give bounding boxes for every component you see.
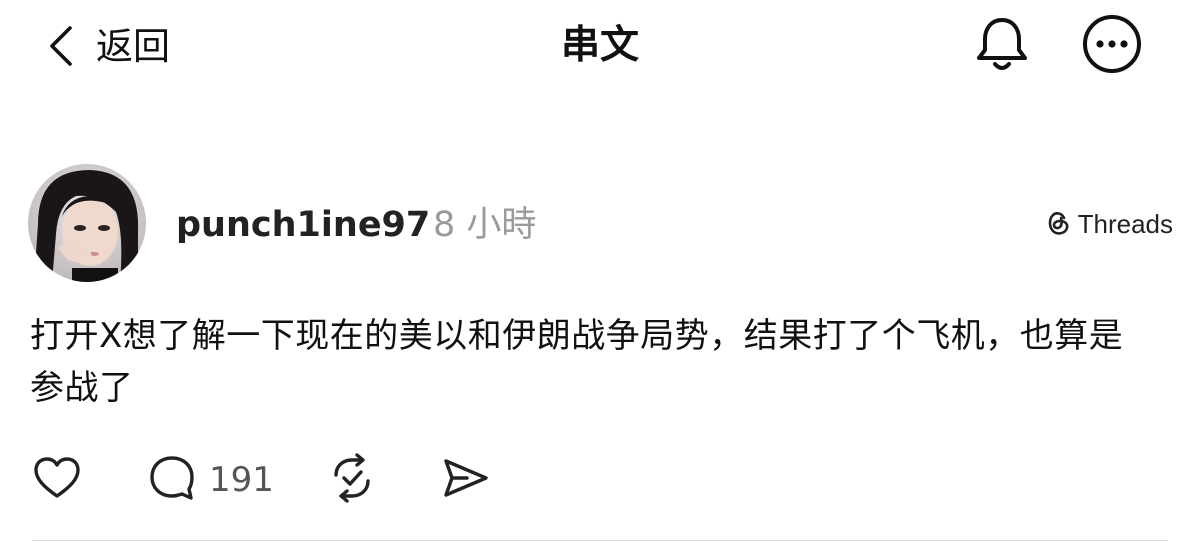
heart-icon (32, 455, 82, 505)
share-icon (441, 455, 491, 505)
top-navigation-bar: 返回 串文 (0, 0, 1200, 92)
comment-icon (147, 453, 197, 507)
post-actions: 191 (32, 452, 632, 508)
threads-label: Threads (1077, 209, 1173, 239)
threads-badge: Threads (1043, 206, 1173, 242)
post-header: punch1ine97 8 小時 Threads (28, 164, 1173, 284)
post-text: 打开X想了解一下现在的美以和伊朗战争局势，结果打了个飞机，也算是参战了 (30, 316, 1124, 408)
repost-icon (326, 453, 378, 507)
avatar[interactable] (28, 164, 146, 282)
bell-icon (973, 14, 1031, 78)
share-button[interactable] (441, 452, 491, 508)
chevron-left-icon (48, 24, 74, 68)
notifications-button[interactable] (970, 14, 1034, 78)
username[interactable]: punch1ine97 (176, 204, 430, 246)
more-options-button[interactable] (1080, 14, 1144, 78)
reply-count: 191 (209, 460, 274, 500)
reply-button[interactable]: 191 (147, 452, 274, 508)
back-button[interactable]: 返回 (48, 20, 170, 72)
divider (32, 540, 1168, 541)
repost-button[interactable] (326, 452, 378, 508)
back-label: 返回 (96, 24, 170, 68)
threads-logo-icon (1043, 207, 1073, 241)
more-circle-icon (1081, 13, 1143, 79)
post-timestamp: 8 小時 (433, 205, 537, 245)
like-button[interactable] (32, 452, 82, 508)
